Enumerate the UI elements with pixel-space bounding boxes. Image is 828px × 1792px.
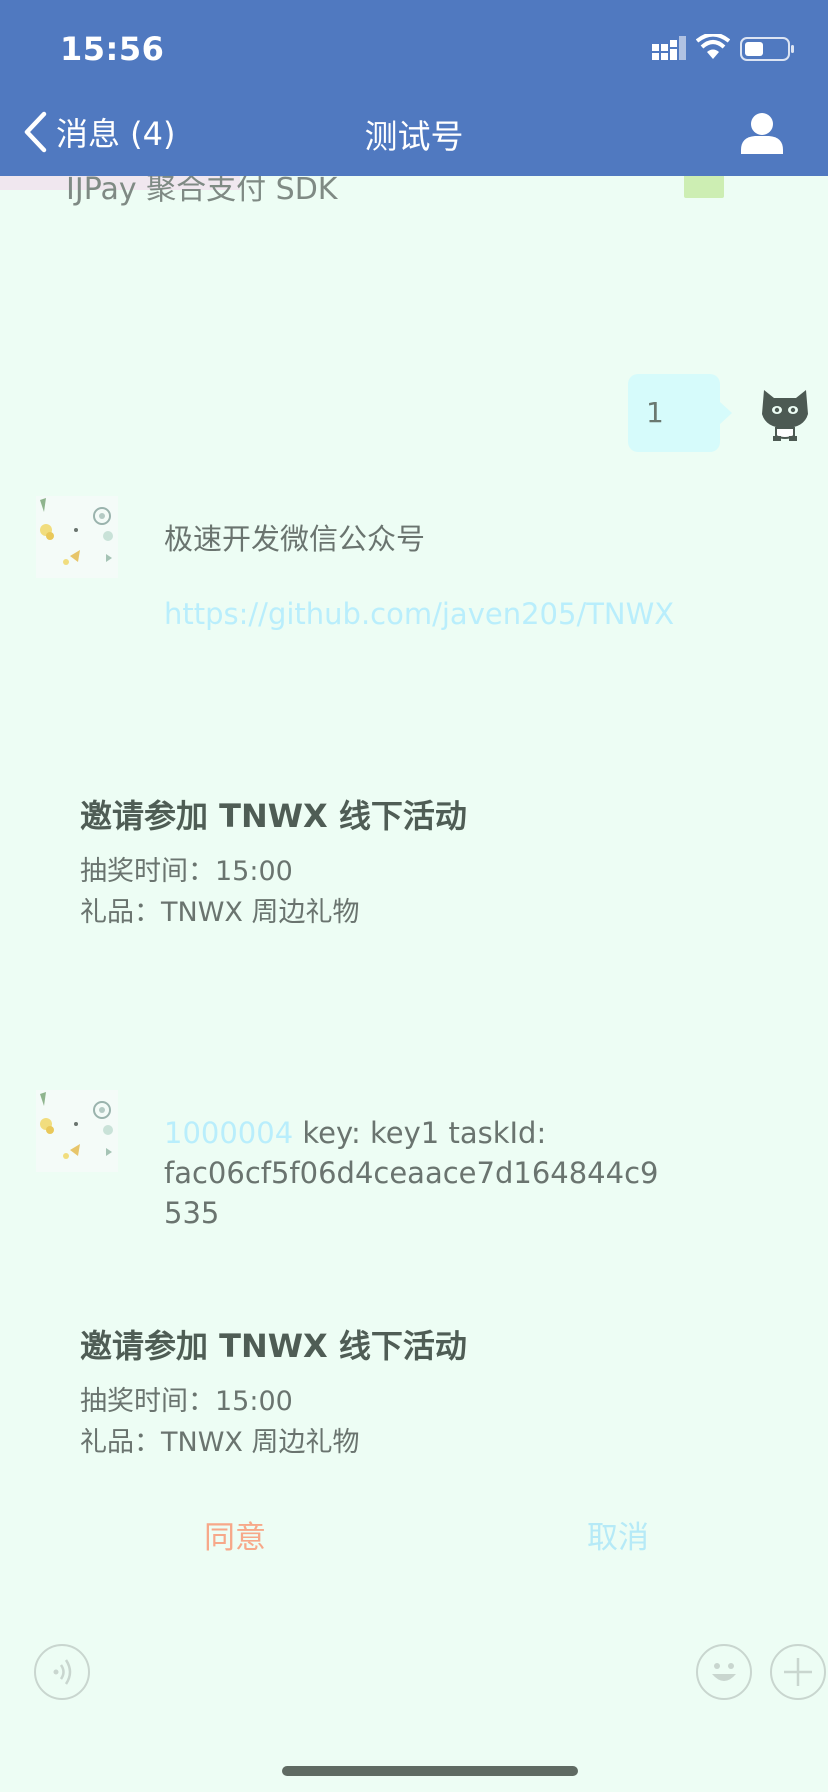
more-button[interactable]	[770, 1644, 826, 1700]
back-button[interactable]: 消息 (4)	[22, 110, 176, 154]
home-indicator[interactable]	[282, 1766, 578, 1776]
card-title: 邀请参加 TNWX 线下活动	[80, 797, 467, 835]
message-text: fac06cf5f06d4ceaace7d164844c9	[164, 1156, 659, 1190]
wifi-icon	[696, 34, 730, 59]
cancel-button[interactable]: 取消	[587, 1512, 649, 1557]
battery-icon	[740, 37, 794, 61]
back-label: 消息 (4)	[56, 115, 176, 153]
account-avatar[interactable]	[36, 1090, 118, 1172]
chevron-left-icon	[24, 111, 47, 153]
previous-message-thumbnail	[684, 176, 724, 198]
message-text-line: 1000004 key: key1 taskId:	[164, 1116, 546, 1150]
card-gift: 礼品：TNWX 周边礼物	[80, 1427, 360, 1458]
user-avatar[interactable]	[758, 384, 812, 442]
account-avatar[interactable]	[36, 496, 118, 578]
previous-message[interactable]: IJPay 聚合支付 SDK	[0, 176, 828, 206]
cellular-signal-icon	[652, 36, 686, 60]
card-title: 邀请参加 TNWX 线下活动	[80, 1327, 467, 1365]
voice-icon	[53, 1659, 72, 1685]
card-draw-time: 抽奖时间：15:00	[80, 856, 293, 887]
navigation-header: 15:56 消息 (4) 测试号	[0, 0, 828, 176]
smiley-icon	[712, 1663, 736, 1681]
card-draw-time: 抽奖时间：15:00	[80, 1386, 293, 1417]
agree-button[interactable]: 同意	[204, 1512, 266, 1557]
outgoing-message-bubble[interactable]: 1	[628, 374, 732, 452]
message-text: 535	[164, 1196, 220, 1230]
message-link[interactable]: https://github.com/javen205/TNWX	[164, 597, 674, 631]
plus-icon	[784, 1658, 812, 1686]
emoji-button[interactable]	[696, 1644, 752, 1700]
previous-message-text: IJPay 聚合支付 SDK	[66, 176, 338, 206]
message-link[interactable]: 1000004	[164, 1116, 293, 1150]
message-text: 极速开发微信公众号	[164, 522, 426, 556]
status-time: 15:56	[60, 30, 165, 68]
voice-button[interactable]	[34, 1644, 90, 1700]
person-icon[interactable]	[738, 110, 786, 158]
card-gift: 礼品：TNWX 周边礼物	[80, 897, 360, 928]
message-text: key: key1 taskId:	[293, 1116, 547, 1150]
